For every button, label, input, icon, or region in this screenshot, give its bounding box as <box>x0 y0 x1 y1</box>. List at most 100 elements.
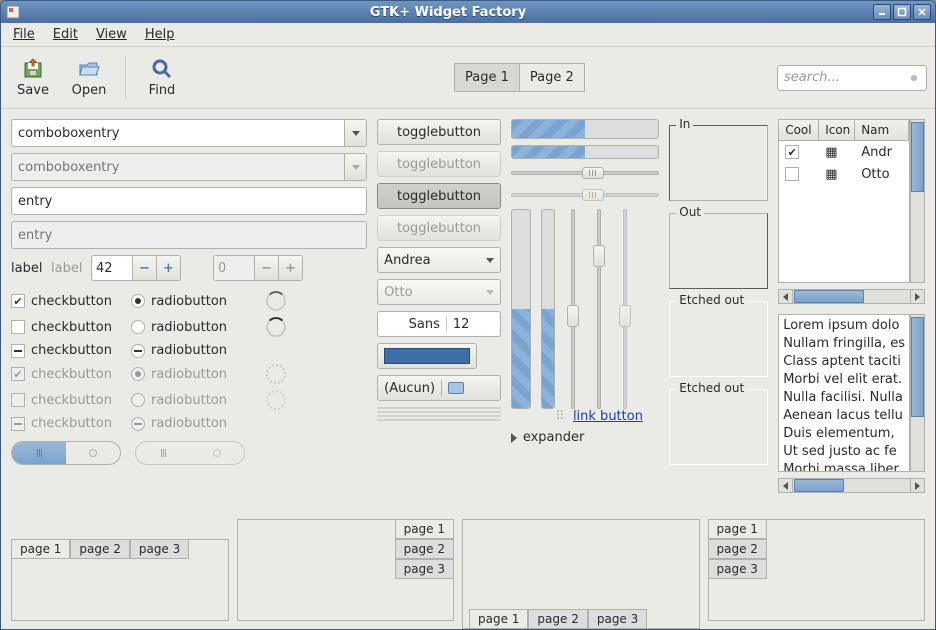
vscale-3[interactable] <box>617 209 633 409</box>
notebook-tab[interactable]: page 1 <box>469 609 528 629</box>
file-chooser-button[interactable]: (Aucun) <box>377 375 501 401</box>
close-button[interactable] <box>913 4 931 20</box>
spin-button[interactable]: − + <box>91 255 181 281</box>
scale-horiz-1[interactable] <box>511 165 659 181</box>
checkbutton-mixed[interactable]: checkbutton <box>11 343 131 358</box>
file-chooser-label: (Aucun) <box>384 381 435 396</box>
notebook-tab[interactable]: page 3 <box>708 559 767 579</box>
scroll-right-icon[interactable] <box>910 479 924 492</box>
spinner-icon <box>266 390 286 410</box>
label: label <box>11 261 43 276</box>
radiobutton-mixed[interactable]: radiobutton <box>131 343 251 358</box>
tree-view[interactable]: Cool Icon Nam ▦ Andr ▦ Otto <box>778 119 910 283</box>
open-label: Open <box>72 83 107 98</box>
notebook-tab[interactable]: page 2 <box>528 609 587 629</box>
combobox-entry-disabled <box>11 153 367 181</box>
main-content: label label − + − + checkbutton radiobut… <box>1 109 935 519</box>
scroll-right-icon[interactable] <box>910 290 924 303</box>
notebook-tab[interactable]: page 1 <box>11 539 70 559</box>
tab-page-2[interactable]: Page 2 <box>519 63 585 92</box>
spin-minus-button[interactable]: − <box>132 256 156 280</box>
scroll-left-icon[interactable] <box>779 290 793 303</box>
window-title: GTK+ Widget Factory <box>370 5 526 20</box>
combobox-entry-field[interactable] <box>12 126 344 141</box>
menu-view[interactable]: View <box>90 25 133 44</box>
notebook-tab[interactable]: page 2 <box>708 539 767 559</box>
radiobutton-disabled: radiobutton <box>131 393 251 408</box>
column-name[interactable]: Nam <box>855 120 909 140</box>
checkbutton-unchecked[interactable]: checkbutton <box>11 320 131 335</box>
notebook-right: page 1 page 2 page 3 <box>237 519 455 621</box>
togglebutton-disabled-2: togglebutton <box>377 215 501 241</box>
row-check-icon[interactable] <box>785 145 799 159</box>
title-bar[interactable]: GTK+ Widget Factory <box>1 1 935 23</box>
table-row[interactable]: ▦ Andr <box>779 141 909 163</box>
scrollbar-vertical[interactable] <box>910 119 925 283</box>
notebook-tab[interactable]: page 3 <box>130 539 189 559</box>
font-size: 12 <box>453 317 470 332</box>
column-cool[interactable]: Cool <box>779 120 819 140</box>
notebook-tab[interactable]: page 3 <box>395 559 454 579</box>
combobox-entry[interactable] <box>11 119 367 147</box>
frame-label: Etched out <box>676 381 747 395</box>
save-label: Save <box>17 83 49 98</box>
notebook-tab[interactable]: page 2 <box>70 539 129 559</box>
checkbutton-disabled-checked: checkbutton <box>11 367 131 382</box>
togglebutton[interactable]: togglebutton <box>377 119 501 145</box>
entry-input[interactable] <box>11 187 367 215</box>
scrollbar-horizontal[interactable] <box>778 478 925 493</box>
radiobutton-off[interactable]: radiobutton <box>131 320 251 335</box>
switch-on[interactable] <box>11 441 121 465</box>
tree-header[interactable]: Cool Icon Nam <box>779 120 909 141</box>
scrollbar-horizontal[interactable] <box>778 289 925 304</box>
spin-input[interactable] <box>92 261 132 276</box>
scroll-left-icon[interactable] <box>779 479 793 492</box>
row-check-icon[interactable] <box>785 167 799 181</box>
switch-disabled <box>135 441 245 465</box>
vscale-2[interactable] <box>591 209 607 409</box>
link-button[interactable]: link button <box>573 409 643 424</box>
table-row[interactable]: ▦ Otto <box>779 163 909 185</box>
spin-input-disabled <box>214 261 254 276</box>
notebook-tab[interactable]: page 1 <box>395 519 454 539</box>
search-input[interactable] <box>777 65 927 91</box>
save-button[interactable]: Save <box>9 52 57 104</box>
vscale-1[interactable] <box>565 209 581 409</box>
app-icon <box>5 4 21 20</box>
notebook-tab[interactable]: page 3 <box>588 609 647 629</box>
folder-icon <box>448 382 464 394</box>
open-button[interactable]: Open <box>65 52 113 104</box>
chevron-down-icon[interactable] <box>344 120 366 146</box>
grip-icon: ⠿ <box>555 409 565 424</box>
checkbutton-checked[interactable]: checkbutton <box>11 294 131 309</box>
togglebutton-active[interactable]: togglebutton <box>377 183 501 209</box>
checkbutton-disabled: checkbutton <box>11 393 131 408</box>
combo-andrea[interactable]: Andrea <box>377 247 501 273</box>
color-button[interactable] <box>377 343 477 369</box>
notebook-tab[interactable]: page 2 <box>395 539 454 559</box>
combo-otto-disabled: Otto <box>377 279 501 305</box>
expander[interactable]: expander <box>511 430 659 445</box>
scale-horiz-2[interactable] <box>511 187 659 203</box>
font-button[interactable]: Sans 12 <box>377 311 501 337</box>
text-view[interactable]: Lorem ipsum dolo Nullam fringilla, es Cl… <box>778 314 910 472</box>
chevron-down-icon <box>486 258 494 263</box>
app-window: GTK+ Widget Factory File Edit View Help … <box>0 0 936 630</box>
menu-file[interactable]: File <box>7 25 41 44</box>
tab-page-1[interactable]: Page 1 <box>454 63 520 92</box>
find-icon <box>150 57 174 81</box>
radiobutton-on[interactable]: radiobutton <box>131 294 251 309</box>
spin-plus-button[interactable]: + <box>156 256 180 280</box>
menu-bar: File Edit View Help <box>1 23 935 47</box>
find-button[interactable]: Find <box>138 52 186 104</box>
scrollbar-vertical[interactable] <box>910 314 925 472</box>
open-icon <box>77 57 101 81</box>
notebook-top: page 1 page 2 page 3 <box>11 539 229 621</box>
menu-edit[interactable]: Edit <box>47 25 84 44</box>
menu-help[interactable]: Help <box>139 25 181 44</box>
column-icon[interactable]: Icon <box>819 120 855 140</box>
label-disabled: label <box>51 261 83 276</box>
notebook-tab[interactable]: page 1 <box>708 519 767 539</box>
maximize-button[interactable] <box>893 4 911 20</box>
minimize-button[interactable] <box>873 4 891 20</box>
